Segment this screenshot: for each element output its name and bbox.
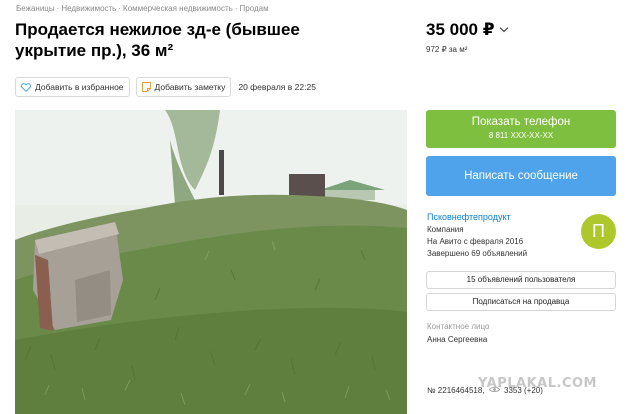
- chevron-down-icon[interactable]: [499, 23, 508, 33]
- watermark: YAPLAKAL.COM: [478, 376, 597, 391]
- breadcrumb: Бежаницы · Недвижимость · Коммерческая недви…: [16, 4, 269, 13]
- contact-name: Анна Сергеевна: [427, 335, 488, 344]
- publish-date: 20 февраля в 22:25: [238, 82, 316, 92]
- breadcrumb-item[interactable]: Коммерческая недвижимость: [123, 4, 233, 13]
- breadcrumb-separator: ·: [56, 4, 60, 13]
- seller-since: На Авито с февраля 2016: [427, 237, 524, 246]
- breadcrumb-separator: ·: [234, 4, 238, 13]
- seller-type: Компания: [427, 225, 464, 234]
- price[interactable]: 35 000 ₽: [426, 20, 508, 40]
- contact-label: Контактное лицо: [427, 322, 490, 331]
- price-per-meter: 972 ₽ за м²: [426, 45, 468, 54]
- subscribe-seller-button[interactable]: Подписаться на продавца: [426, 293, 616, 311]
- heart-icon: [21, 82, 31, 92]
- page-title: Продается нежилое зд-е (бывшее укрытие п…: [15, 20, 300, 60]
- breadcrumb-item[interactable]: Недвижимость: [61, 4, 116, 13]
- write-message-button[interactable]: Написать сообщение: [426, 156, 616, 196]
- seller-name-link[interactable]: Псковнефтепродукт: [427, 212, 511, 222]
- user-ads-button[interactable]: 15 объявлений пользователя: [426, 271, 616, 289]
- show-phone-label: Показать телефон: [471, 116, 571, 128]
- favorite-label: Добавить в избранное: [35, 82, 124, 92]
- note-icon: [141, 82, 151, 92]
- seller-completed: Завершено 69 объявлений: [427, 249, 528, 258]
- favorite-button[interactable]: Добавить в избранное: [15, 77, 130, 97]
- phone-number: 8 811 XXX-XX-XX: [488, 131, 554, 140]
- action-row: Добавить в избранное Добавить заметку 20…: [15, 77, 316, 97]
- price-value: 35 000 ₽: [426, 20, 495, 39]
- ad-number-value: № 2216464518,: [427, 386, 485, 395]
- breadcrumb-separator: ·: [118, 4, 122, 13]
- show-phone-button[interactable]: Показать телефон 8 811 XXX-XX-XX: [426, 110, 616, 148]
- add-note-label: Добавить заметку: [154, 82, 226, 92]
- breadcrumb-item[interactable]: Продам: [240, 4, 269, 13]
- add-note-button[interactable]: Добавить заметку: [135, 77, 232, 97]
- avatar[interactable]: П: [581, 214, 616, 249]
- breadcrumb-item[interactable]: Бежаницы: [16, 4, 55, 13]
- listing-photo[interactable]: [15, 110, 407, 414]
